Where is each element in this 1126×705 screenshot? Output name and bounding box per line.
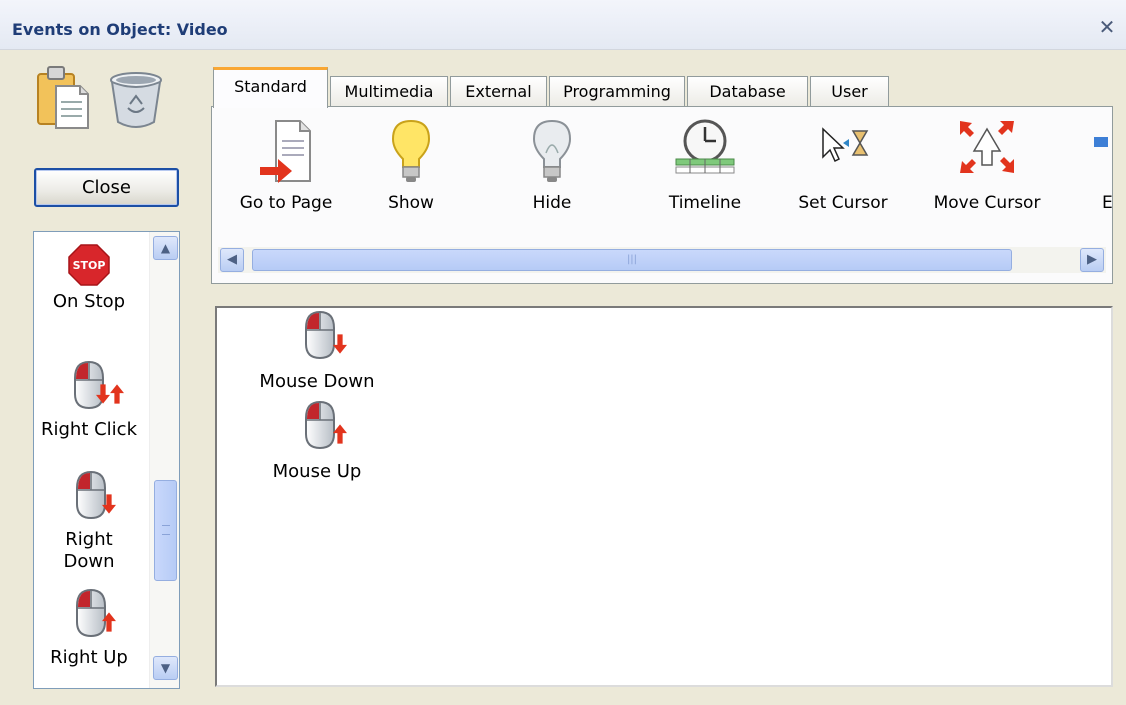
- clipboard-icon[interactable]: [36, 64, 96, 134]
- event-canvas[interactable]: Mouse Down Mouse Up: [215, 306, 1113, 687]
- lightbulb-off-icon: [532, 119, 572, 182]
- list-item[interactable]: STOP On Stop: [34, 244, 144, 313]
- move-cursor-icon: [960, 121, 1014, 173]
- list-item[interactable]: Right Click: [34, 358, 144, 441]
- canvas-event-mouse-down[interactable]: Mouse Down: [247, 308, 387, 392]
- event-label: Right: [65, 529, 113, 550]
- action-partial[interactable]: E: [1088, 117, 1112, 213]
- tab-programming[interactable]: Programming: [549, 76, 685, 107]
- scroll-left-button[interactable]: ◀: [220, 248, 244, 272]
- action-move-cursor[interactable]: Move Cursor: [922, 117, 1052, 213]
- timeline-clock-icon: [675, 119, 735, 174]
- events-scrollbar[interactable]: ▲ ▼: [149, 232, 179, 688]
- recycle-bin-icon[interactable]: [106, 70, 166, 140]
- actions-scrollbar[interactable]: ◀ ||| ▶: [218, 247, 1106, 273]
- scroll-down-button[interactable]: ▼: [153, 656, 178, 680]
- lightbulb-on-icon: [391, 119, 431, 182]
- events-list[interactable]: STOP On Stop Right Click Right Down Righ…: [33, 231, 180, 689]
- action-label: Move Cursor: [933, 193, 1041, 213]
- event-label: Mouse Down: [259, 371, 375, 392]
- mouse-right-down-icon: [76, 471, 116, 519]
- action-hide[interactable]: Hide: [527, 117, 577, 213]
- event-label: Right Click: [40, 419, 137, 440]
- tab-database[interactable]: Database: [687, 76, 808, 107]
- action-label: Timeline: [668, 193, 742, 213]
- list-item[interactable]: Right Down: [34, 468, 144, 573]
- scroll-up-button[interactable]: ▲: [153, 236, 178, 260]
- mouse-right-up-icon: [76, 589, 116, 637]
- svg-text:STOP: STOP: [73, 259, 106, 272]
- action-show[interactable]: Show: [376, 117, 446, 213]
- title-bar: Events on Object: Video ✕: [0, 0, 1126, 50]
- mouse-down-icon: [305, 311, 347, 359]
- event-label: On Stop: [52, 291, 126, 312]
- scroll-right-button[interactable]: ▶: [1080, 248, 1104, 272]
- list-item[interactable]: Right Up: [34, 586, 144, 669]
- actions-panel: Go to Page Show Hide Timeline Set Cursor…: [211, 106, 1113, 284]
- action-label: Hide: [532, 193, 572, 213]
- canvas-event-mouse-up[interactable]: Mouse Up: [247, 398, 387, 482]
- action-label: Show: [388, 193, 434, 213]
- close-button[interactable]: Close: [34, 168, 179, 207]
- scroll-thumb[interactable]: |||: [252, 249, 1012, 271]
- tab-user[interactable]: User: [810, 76, 889, 107]
- mouse-right-click-icon: [74, 361, 124, 409]
- action-label: Set Cursor: [798, 193, 888, 213]
- action-label: E: [1102, 193, 1112, 213]
- tab-standard[interactable]: Standard: [213, 67, 328, 108]
- action-go-to-page[interactable]: Go to Page: [226, 117, 346, 213]
- event-label: Right Up: [50, 647, 128, 668]
- action-set-cursor[interactable]: Set Cursor: [788, 117, 898, 213]
- close-icon[interactable]: ✕: [1096, 16, 1118, 38]
- tab-multimedia[interactable]: Multimedia: [330, 76, 448, 107]
- event-label: Mouse Up: [272, 461, 362, 482]
- tab-external[interactable]: External: [450, 76, 547, 107]
- stop-sign-icon: STOP: [68, 244, 110, 286]
- window-title: Events on Object: Video: [12, 20, 228, 39]
- scroll-thumb[interactable]: [154, 480, 177, 581]
- set-cursor-icon: [822, 127, 869, 163]
- action-label: Go to Page: [239, 193, 333, 213]
- mouse-up-icon: [305, 401, 347, 449]
- partial-action-icon: [1094, 137, 1108, 147]
- go-to-page-icon: [260, 120, 311, 183]
- event-label: Down: [63, 551, 115, 572]
- action-timeline[interactable]: Timeline: [660, 117, 750, 213]
